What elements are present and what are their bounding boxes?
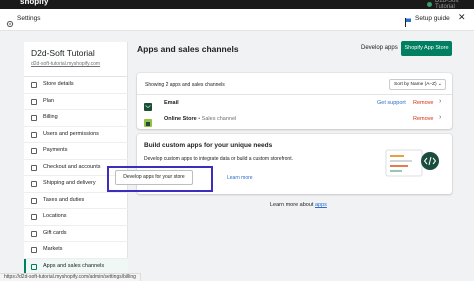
page-title: Settings — [17, 15, 41, 22]
sidebar-item-label: Locations — [43, 213, 67, 219]
location-icon — [31, 214, 37, 220]
app-name: Email — [164, 100, 179, 106]
sidebar-item-label: Checkout and accounts — [43, 163, 101, 170]
globe-icon — [31, 247, 37, 253]
users-icon — [31, 131, 37, 138]
chevron-right-icon[interactable]: › — [439, 98, 441, 105]
settings-header: Settings Setup guide ✕ — [0, 9, 474, 31]
code-illustration-icon — [384, 148, 444, 187]
sidebar-item-gift-cards[interactable]: Gift cards — [24, 226, 128, 242]
avatar[interactable] — [427, 2, 432, 7]
sidebar-item-label: Payments — [43, 147, 68, 153]
remove-link[interactable]: Remove — [413, 100, 433, 106]
sidebar-item-label: Apps and sales channels — [43, 262, 105, 269]
sidebar-item-label: Store details — [43, 81, 74, 87]
setup-guide-link[interactable]: Setup guide — [415, 15, 450, 22]
store-switcher[interactable]: D2d-Soft Tutorial — [435, 0, 474, 9]
custom-apps-description: Develop custom apps to integrate data or… — [144, 156, 293, 162]
custom-apps-heading: Build custom apps for your unique needs — [144, 142, 273, 149]
status-bar-url: https://d2d-soft-tutorial.myshopify.com/… — [0, 273, 141, 281]
store-url-link[interactable]: d2d-soft-tutorial.myshopify.com — [31, 61, 100, 67]
store-name: D2d-Soft Tutorial — [31, 48, 95, 58]
sidebar-item-locations[interactable]: Locations — [24, 209, 128, 226]
sidebar-item-label: Gift cards — [43, 229, 67, 236]
sort-select-label: Sort by Name (A–Z) — [394, 82, 437, 87]
sidebar-item-taxes[interactable]: Taxes and duties — [24, 193, 128, 209]
top-bar: shopify D2d-Soft Tutorial — [0, 0, 474, 9]
settings-sidebar: D2d-Soft Tutorial d2d-soft-tutorial.mysh… — [24, 42, 128, 281]
apps-count-text: Showing 2 apps and sales channels — [145, 82, 225, 88]
sidebar-item-label: Shipping and delivery — [43, 180, 96, 186]
chevron-right-icon[interactable]: › — [439, 114, 441, 121]
shopify-logo[interactable]: shopify — [20, 0, 48, 6]
gear-icon — [6, 15, 14, 33]
develop-apps-link[interactable]: Develop apps — [361, 45, 398, 51]
main-title: Apps and sales channels — [137, 44, 239, 54]
taxes-icon — [31, 197, 37, 204]
payments-icon — [31, 148, 37, 154]
sidebar-item-store-details[interactable]: Store details — [24, 77, 128, 94]
apps-link[interactable]: apps — [315, 202, 327, 208]
flag-icon — [405, 14, 412, 32]
shopify-app-store-button[interactable]: Shopify App Store — [401, 41, 452, 56]
sidebar-item-label: Markets — [43, 246, 63, 252]
sort-select[interactable]: Sort by Name (A–Z) ⌄ — [389, 79, 446, 90]
truck-icon — [31, 181, 37, 187]
sidebar-item-plan[interactable]: Plan — [24, 94, 128, 110]
billing-icon — [31, 115, 37, 121]
sidebar-item-billing[interactable]: Billing — [24, 110, 128, 127]
email-app-icon — [144, 98, 152, 111]
app-row-online-store[interactable]: Online Store • Sales channel Remove › — [137, 111, 452, 127]
plan-icon — [31, 98, 37, 105]
apps-list-card: Showing 2 apps and sales channels Sort b… — [137, 73, 452, 129]
get-support-link[interactable]: Get support — [377, 100, 406, 106]
sidebar-item-users[interactable]: Users and permissions — [24, 127, 128, 143]
highlight-box — [107, 166, 213, 192]
learn-more-link[interactable]: Learn more — [227, 175, 253, 181]
sidebar-item-payments[interactable]: Payments — [24, 143, 128, 160]
remove-link[interactable]: Remove — [413, 116, 433, 122]
app-row-email[interactable]: Email Get support Remove › — [137, 94, 452, 111]
chevron-down-icon: ⌄ — [437, 81, 442, 87]
store-icon — [31, 82, 37, 88]
apps-icon — [31, 263, 37, 270]
close-icon[interactable]: ✕ — [458, 13, 466, 22]
gift-card-icon — [31, 230, 37, 237]
online-store-icon — [144, 114, 152, 127]
checkout-icon — [31, 164, 37, 171]
sidebar-item-label: Billing — [43, 114, 58, 120]
sidebar-item-markets[interactable]: Markets — [24, 242, 128, 259]
learn-more-apps: Learn more about apps — [270, 202, 327, 208]
sidebar-item-label: Taxes and duties — [43, 196, 85, 203]
sidebar-item-label: Plan — [43, 97, 55, 104]
app-name: Online Store • Sales channel — [164, 116, 237, 122]
sidebar-item-label: Users and permissions — [43, 130, 99, 137]
